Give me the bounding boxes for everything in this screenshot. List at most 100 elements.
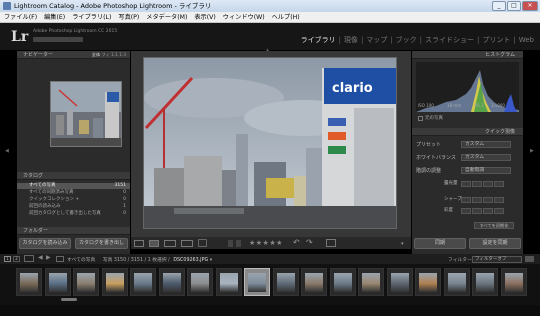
folders-header[interactable]: フォルダー	[17, 227, 130, 235]
quick-develop-header[interactable]: クイック現像	[412, 128, 523, 136]
filmstrip-thumbnail[interactable]	[130, 268, 156, 296]
zoom-1-1[interactable]: 1:1	[111, 52, 118, 57]
filmstrip-thumbnail[interactable]	[215, 268, 242, 296]
module-web[interactable]: Web	[519, 36, 534, 44]
source-grid-icon[interactable]	[56, 256, 64, 262]
reset-all-button[interactable]: すべてを初期化	[474, 222, 514, 229]
filmstrip-thumbnail[interactable]	[472, 268, 498, 296]
import-catalog-button[interactable]: カタログを読み込み	[19, 238, 71, 249]
flag-reject-icon[interactable]	[236, 240, 241, 247]
filmstrip-scrollbar[interactable]	[61, 298, 77, 301]
catalog-row-previous-import[interactable]: 前回の読み込み 1	[17, 204, 130, 210]
exposure-down[interactable]	[472, 181, 482, 187]
filmstrip-thumbnail[interactable]	[44, 268, 71, 296]
survey-view-icon[interactable]	[181, 240, 193, 247]
minimize-button[interactable]: _	[492, 1, 506, 11]
zoom-1-3[interactable]: 1:3	[119, 52, 126, 57]
flag-pick-icon[interactable]	[228, 240, 233, 247]
toolbar-menu-icon[interactable]: ▾	[401, 241, 404, 247]
original-checkbox[interactable]	[418, 116, 423, 121]
preset-select[interactable]: カスタム	[461, 141, 511, 148]
sharpness-up-more[interactable]	[494, 197, 504, 203]
left-panel-toggle-icon[interactable]: ◀	[5, 148, 9, 154]
filmstrip-thumbnail[interactable]	[244, 268, 270, 296]
compare-view-icon[interactable]	[164, 240, 176, 247]
page-2-button[interactable]: 2	[13, 256, 20, 262]
catalog-row-synced[interactable]: すべての同期済み写真 0	[17, 190, 130, 196]
rating-stars[interactable]: ★★★★★	[249, 239, 283, 247]
catalog-row-previous-export[interactable]: 前回カタログとして書き出した写真 0	[17, 211, 130, 217]
navigator-header[interactable]: ナビゲーター 全体 フィ 1:1 1:3	[17, 51, 130, 59]
saturation-down-more[interactable]	[461, 208, 471, 214]
forward-arrow-icon[interactable]: ▶	[46, 254, 51, 261]
filmstrip-thumbnail[interactable]	[329, 268, 356, 296]
filmstrip-grid-icon[interactable]	[24, 255, 34, 262]
filter-select[interactable]: フィルターオフ	[472, 256, 522, 263]
source-label[interactable]: すべての写真	[67, 258, 95, 263]
module-map[interactable]: マップ	[366, 36, 387, 44]
filmstrip-thumbnail[interactable]	[158, 268, 185, 296]
rotate-left-icon[interactable]: ↶	[293, 238, 300, 247]
filmstrip-thumbnail[interactable]	[500, 268, 527, 296]
sharpness-up[interactable]	[483, 197, 493, 203]
right-panel-toggle-icon[interactable]: ▶	[530, 148, 534, 154]
filmstrip-thumbnail[interactable]	[272, 268, 299, 296]
filmstrip-thumbnail[interactable]	[301, 268, 327, 296]
filmstrip-thumbnail[interactable]	[443, 268, 470, 296]
exposure-down-more[interactable]	[461, 181, 471, 187]
loupe-view-icon[interactable]	[149, 240, 159, 247]
saturation-down[interactable]	[472, 208, 482, 214]
navigator-preview[interactable]	[50, 81, 122, 147]
sharpness-down-more[interactable]	[461, 197, 471, 203]
page-1-button[interactable]: 1	[4, 256, 11, 262]
filmstrip-thumbnail[interactable]	[386, 268, 413, 296]
filmstrip-thumbnail[interactable]	[358, 268, 384, 296]
filmstrip-thumbnail[interactable]	[187, 268, 213, 296]
people-view-icon[interactable]	[198, 239, 207, 247]
module-print[interactable]: プリント	[482, 36, 510, 44]
module-slideshow[interactable]: スライドショー	[425, 36, 474, 44]
sync-button[interactable]: 同期	[414, 238, 466, 249]
sync-settings-button[interactable]: 設定を同期	[469, 238, 521, 249]
main-photo[interactable]: clario	[143, 57, 397, 229]
close-button[interactable]: ✕	[522, 1, 538, 11]
menu-file[interactable]: ファイル(F)	[4, 14, 37, 21]
histogram-header[interactable]: ヒストグラム	[412, 51, 523, 59]
module-library[interactable]: ライブラリ	[301, 36, 336, 44]
grid-view-icon[interactable]	[134, 240, 144, 247]
rotate-right-icon[interactable]: ↷	[306, 238, 313, 247]
catalog-row-all-photos[interactable]: すべての写真 3151	[17, 183, 130, 189]
maximize-button[interactable]: □	[507, 1, 521, 11]
filmstrip-thumbnail[interactable]	[16, 268, 42, 296]
auto-tone-button[interactable]: 自動階調	[461, 167, 511, 174]
menu-view[interactable]: 表示(V)	[194, 14, 215, 21]
menu-window[interactable]: ウィンドウ(W)	[223, 14, 265, 21]
filmstrip-thumbnail[interactable]	[101, 268, 128, 296]
catalog-title: カタログ	[23, 173, 44, 179]
module-develop[interactable]: 現像	[344, 36, 358, 44]
catalog-row-quick-collection[interactable]: クイックコレクション +0	[17, 197, 130, 203]
crop-overlay-icon[interactable]	[326, 239, 336, 247]
export-catalog-button[interactable]: カタログを書き出し	[75, 238, 128, 249]
module-book[interactable]: ブック	[396, 36, 417, 44]
filmstrip-thumbnail[interactable]	[415, 268, 441, 296]
menu-metadata[interactable]: メタデータ(M)	[146, 14, 187, 21]
zoom-fill[interactable]: フィ	[102, 52, 110, 57]
zoom-fit[interactable]: 全体	[92, 52, 100, 57]
menu-library[interactable]: ライブラリ(L)	[72, 14, 111, 21]
sharpness-down[interactable]	[472, 197, 482, 203]
menu-edit[interactable]: 編集(E)	[44, 14, 65, 21]
saturation-up[interactable]	[483, 208, 493, 214]
exposure-up[interactable]	[483, 181, 493, 187]
white-balance-select[interactable]: カスタム	[461, 154, 511, 161]
filter-lock-icon[interactable]	[525, 256, 534, 262]
catalog-header[interactable]: カタログ	[17, 172, 130, 180]
exif-info: ISO 100 18 mm f/6.3 1/1000	[418, 103, 519, 109]
back-arrow-icon[interactable]: ◀	[38, 254, 43, 261]
menu-photo[interactable]: 写真(P)	[118, 14, 139, 21]
menu-help[interactable]: ヘルプ(H)	[272, 14, 300, 21]
navigator-thumbnail-image	[51, 82, 121, 146]
exposure-up-more[interactable]	[494, 181, 504, 187]
saturation-up-more[interactable]	[494, 208, 504, 214]
filmstrip-thumbnail[interactable]	[73, 268, 99, 296]
